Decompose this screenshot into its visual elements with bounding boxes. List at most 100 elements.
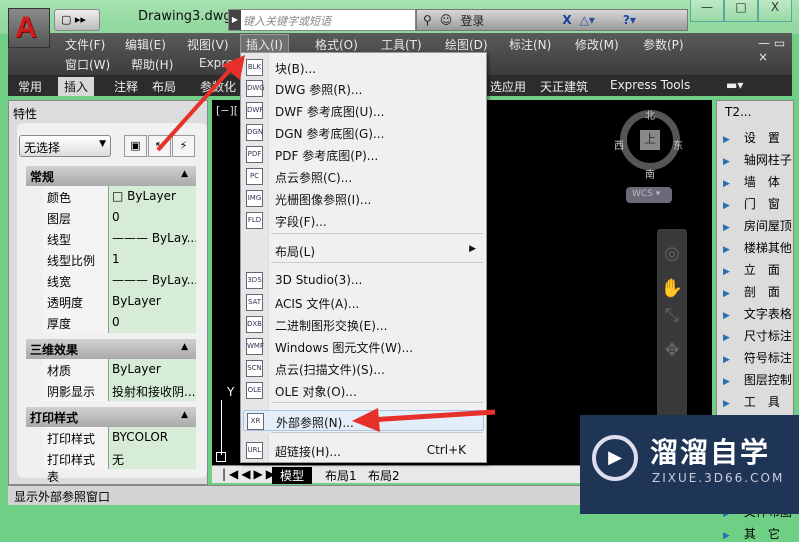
tangent-menu-item[interactable]: ▶ 文字表格	[723, 305, 792, 322]
property-row[interactable]: 打印样式 BYCOLOR	[43, 427, 196, 448]
search-input[interactable]: ▶ 键入关键字或短语	[228, 9, 416, 31]
collapse-icon[interactable]: ▲	[181, 342, 188, 352]
tangent-menu-item[interactable]: ▶ 立 面	[723, 261, 780, 278]
property-value[interactable]: BYCOLOR	[109, 427, 196, 448]
tangent-menu-item[interactable]: ▶ 剖 面	[723, 283, 780, 300]
close-button[interactable]: X	[758, 0, 792, 22]
menu-item[interactable]: DXB 二进制图形交换(E)...	[243, 314, 484, 335]
collapse-icon[interactable]: ▲	[181, 410, 188, 420]
menu-item[interactable]: PC 点云参照(C)...	[243, 166, 484, 187]
tangent-menu-item[interactable]: ▶ 轴网柱子	[723, 151, 792, 168]
minimize-button[interactable]: —	[690, 0, 724, 22]
property-value[interactable]: 无	[109, 448, 196, 469]
property-row[interactable]: 阴影显示 投射和接收阴...	[43, 380, 196, 401]
quick-select-icon[interactable]: ⚡	[172, 135, 195, 157]
exchange-icon[interactable]: X	[562, 13, 571, 27]
autodesk-a360-icon[interactable]: △▾	[580, 13, 595, 27]
menu-item[interactable]: PDF PDF 参考底图(P)...	[243, 144, 484, 165]
tangent-menu-item[interactable]: ▶ 楼梯其他	[723, 239, 792, 256]
search-expand-icon[interactable]: ▶	[229, 10, 241, 30]
tangent-menu-item[interactable]: ▶ 尺寸标注	[723, 327, 792, 344]
selection-dropdown[interactable]: 无选择 ▼	[19, 135, 111, 157]
property-row[interactable]: 颜色 □ ByLayer	[43, 186, 196, 207]
property-value[interactable]: ——— ByLay...	[109, 270, 196, 291]
menu-item[interactable]: DWG DWG 参照(R)...	[243, 78, 484, 99]
property-value[interactable]: ByLayer	[109, 291, 196, 312]
tangent-menu-item[interactable]: ▶ 房间屋顶	[723, 217, 792, 234]
section-header[interactable]: 三维效果 ▲	[26, 339, 196, 359]
property-row[interactable]: 线宽 ——— ByLay...	[43, 270, 196, 291]
tab-layout1[interactable]: 布局1	[317, 467, 365, 484]
menu-item[interactable]: 布局(L) ▶	[243, 240, 484, 261]
quick-access-toolbar[interactable]: ▢ ▸▸	[54, 9, 100, 31]
menu-window[interactable]: 窗口(W)	[60, 55, 115, 74]
menu-item[interactable]: FLD 字段(F)...	[243, 210, 484, 231]
tab-layout2[interactable]: 布局2	[360, 467, 408, 484]
menu-help[interactable]: 帮助(H)	[126, 55, 178, 74]
property-row[interactable]: 厚度 0	[43, 312, 196, 333]
tangent-menu-item[interactable]: ▶ 其 它	[723, 525, 780, 542]
tab-express-tools[interactable]: Express Tools	[604, 77, 696, 93]
menu-item[interactable]: BLK 块(B)...	[243, 57, 484, 78]
menu-parametric[interactable]: 参数(P)	[638, 35, 689, 54]
property-value[interactable]: ——— ByLay...	[109, 228, 196, 249]
tab-annotate[interactable]: 注释	[108, 77, 144, 96]
menu-item[interactable]: URL 超链接(H)... Ctrl+K	[243, 440, 484, 461]
maximize-button[interactable]: □	[724, 0, 758, 22]
property-value[interactable]: 1	[109, 249, 196, 270]
menu-file[interactable]: 文件(F)	[60, 35, 110, 54]
zoom-icon[interactable]: ⤡	[657, 305, 687, 326]
property-value[interactable]: 0	[109, 207, 196, 228]
qat-more-button[interactable]: ▸▸	[75, 13, 86, 26]
menu-view[interactable]: 视图(V)	[182, 35, 234, 54]
help-icon[interactable]: ?▾	[623, 13, 636, 27]
property-value[interactable]: ByLayer	[109, 359, 196, 380]
property-value[interactable]: 0	[109, 312, 196, 333]
toggle-pickadd-icon[interactable]: ▣	[124, 135, 147, 157]
steering-wheel-icon[interactable]: ◎	[657, 243, 687, 264]
binoculars-icon[interactable]: ⚲	[423, 13, 432, 27]
menu-dimension[interactable]: 标注(N)	[504, 35, 556, 54]
tab-parametric[interactable]: 参数化	[194, 77, 242, 96]
section-header[interactable]: 常规 ▲	[26, 166, 196, 186]
tangent-menu-item[interactable]: ▶ 门 窗	[723, 195, 780, 212]
login-button[interactable]: 登录	[460, 12, 484, 29]
pan-hand-icon[interactable]: ✋	[657, 278, 687, 299]
viewport-controls[interactable]: [−][	[216, 104, 238, 117]
tangent-menu-item[interactable]: ▶ 墙 体	[723, 173, 780, 190]
property-row[interactable]: 打印样式表无	[43, 448, 196, 484]
viewcube-top-face[interactable]: 上	[640, 130, 660, 150]
menu-item[interactable]: XR 外部参照(N)...	[243, 410, 484, 431]
tangent-menu-item[interactable]: ▶ 工 具	[723, 393, 780, 410]
user-icon[interactable]: ☺	[440, 13, 453, 27]
menu-item[interactable]: DWF DWF 参考底图(U)...	[243, 100, 484, 121]
application-menu-button[interactable]: A	[8, 8, 50, 48]
property-value[interactable]: 投射和接收阴...	[109, 380, 196, 401]
tab-tangent[interactable]: 天正建筑	[534, 77, 594, 96]
tangent-menu-item[interactable]: ▶ 图层控制	[723, 371, 792, 388]
tab-layout[interactable]: 布局	[146, 77, 182, 96]
property-value[interactable]: □ ByLayer	[109, 186, 196, 207]
property-row[interactable]: 透明度 ByLayer	[43, 291, 196, 312]
tangent-menu-item[interactable]: ▶ 符号标注	[723, 349, 792, 366]
wcs-dropdown[interactable]: WCS ▾	[626, 187, 672, 203]
tab-insert[interactable]: 插入	[58, 77, 95, 96]
property-row[interactable]: 材质 ByLayer	[43, 359, 196, 380]
property-row[interactable]: 线型 ——— ByLay...	[43, 228, 196, 249]
collapse-icon[interactable]: ▲	[181, 169, 188, 179]
tab-home[interactable]: 常用	[12, 77, 48, 96]
menu-item[interactable]: OLE OLE 对象(O)...	[243, 380, 484, 401]
menu-item[interactable]: WMF Windows 图元文件(W)...	[243, 336, 484, 357]
document-window-controls[interactable]: — ▭ ×	[753, 35, 792, 65]
menu-item[interactable]: SAT ACIS 文件(A)...	[243, 292, 484, 313]
section-header[interactable]: 打印样式 ▲	[26, 407, 196, 427]
orbit-icon[interactable]: ✥	[657, 340, 687, 361]
menu-edit[interactable]: 编辑(E)	[120, 35, 171, 54]
property-row[interactable]: 线型比例 1	[43, 249, 196, 270]
menu-item[interactable]: SCN 点云(扫描文件)(S)...	[243, 358, 484, 379]
tab-featured-apps[interactable]: 选应用	[484, 77, 532, 96]
menu-item[interactable]: 3DS 3D Studio(3)...	[243, 270, 484, 291]
select-objects-icon[interactable]: ↖	[148, 135, 171, 157]
menu-item[interactable]: DGN DGN 参考底图(G)...	[243, 122, 484, 143]
menu-modify[interactable]: 修改(M)	[570, 35, 624, 54]
